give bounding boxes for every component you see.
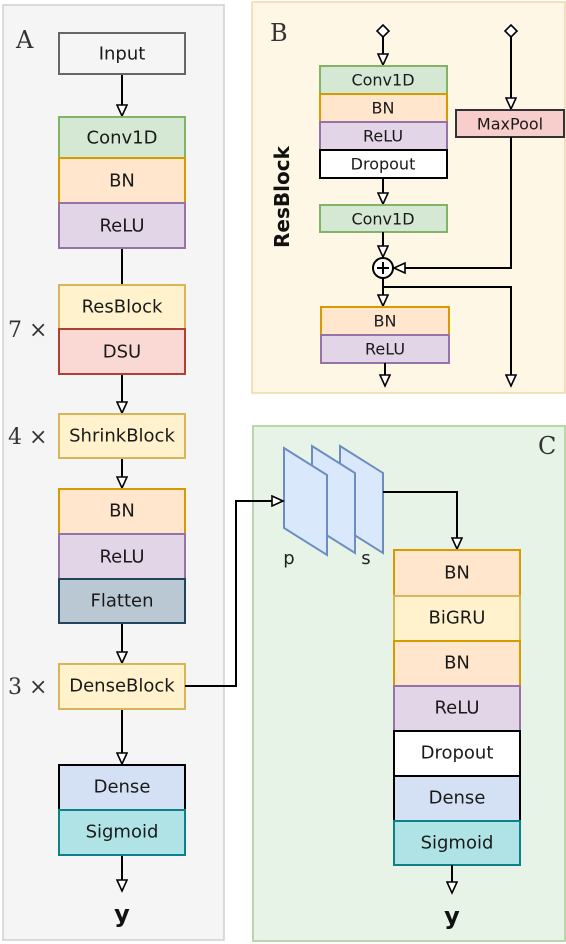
bn-label-2: BN: [374, 312, 397, 331]
res-multiplier: 7 ×: [8, 318, 47, 343]
dense-label: Dense: [94, 777, 151, 798]
denseblock-label: DenseBlock: [69, 676, 175, 697]
bn-label: BN: [372, 99, 395, 118]
relu-label: ReLU: [434, 698, 479, 719]
architecture-diagram: A Input Conv1D BN ReLU 7 × ResBlock DSU …: [2, 1, 566, 942]
relu-label: ReLU: [99, 216, 144, 237]
shrink-multiplier: 4 ×: [8, 425, 47, 450]
resblock-side-label: ResBlock: [270, 145, 294, 248]
bigru-label: BiGRU: [429, 608, 486, 629]
output-y-label: y: [444, 902, 460, 930]
relu-label: ReLU: [99, 547, 144, 568]
conv1d-label: Conv1D: [351, 71, 414, 90]
shrinkblock-label: ShrinkBlock: [69, 426, 175, 447]
dense-multiplier: 3 ×: [8, 675, 47, 700]
maxpool-label: MaxPool: [477, 115, 543, 134]
conv1d-label: Conv1D: [87, 128, 158, 149]
panel-b-letter: B: [270, 19, 288, 47]
panel-a: A Input Conv1D BN ReLU 7 × ResBlock DSU …: [2, 4, 225, 941]
feature-map-label-s: s: [361, 548, 370, 569]
dropout-label: Dropout: [421, 743, 494, 764]
panel-c: C p s BN BiGRU BN ReLU Dropout Dense Sig…: [185, 425, 566, 942]
output-y-label: y: [114, 900, 130, 928]
bn-label: BN: [444, 563, 470, 584]
sigmoid-label: Sigmoid: [86, 822, 159, 843]
bn-label: BN: [109, 171, 135, 192]
conv1d-label-2: Conv1D: [351, 210, 414, 229]
relu-label-2: ReLU: [365, 340, 405, 359]
sigmoid-label: Sigmoid: [421, 833, 494, 854]
bn-label-2: BN: [444, 653, 470, 674]
input-label: Input: [99, 44, 146, 65]
panel-a-letter: A: [15, 26, 34, 54]
resblock-label: ResBlock: [82, 297, 163, 318]
dropout-label: Dropout: [351, 155, 416, 174]
flatten-label: Flatten: [91, 591, 154, 612]
feature-map-label-p: p: [283, 548, 294, 569]
bn-label: BN: [109, 501, 135, 522]
relu-label: ReLU: [363, 127, 403, 146]
panel-b: B ResBlock Conv1D BN ReLU Dropout Conv1D…: [251, 1, 566, 394]
dense-label: Dense: [429, 788, 486, 809]
dsu-label: DSU: [103, 342, 141, 363]
panel-c-letter: C: [538, 432, 556, 460]
